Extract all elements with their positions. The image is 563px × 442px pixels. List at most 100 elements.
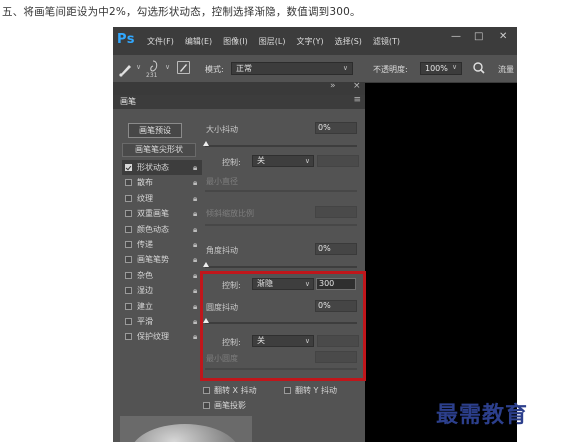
- menu-bar: 文件(F) 编辑(E) 图像(I) 图层(L) 文字(Y) 选择(S) 滤镜(T…: [147, 36, 400, 47]
- brush-tip-shape-item[interactable]: 画笔笔尖形状: [122, 143, 196, 157]
- lock-icon[interactable]: 🔒︎: [193, 252, 197, 267]
- chevron-down-icon[interactable]: ∨: [452, 63, 457, 71]
- airbrush-icon[interactable]: [472, 61, 486, 75]
- panel-menu-icon[interactable]: ≡: [353, 95, 361, 105]
- option-texture[interactable]: 纹理 🔒︎: [122, 191, 202, 206]
- checkbox[interactable]: [125, 179, 132, 187]
- option-transfer[interactable]: 传递 🔒︎: [122, 237, 202, 252]
- lock-icon[interactable]: 🔒︎: [193, 191, 197, 206]
- minimize-button[interactable]: —: [451, 31, 461, 42]
- flip-y-checkbox[interactable]: 翻转 Y 抖动: [284, 385, 337, 396]
- angle-control-value: 渐隐: [257, 279, 273, 288]
- option-shape-dynamics[interactable]: 形状动态 🔒︎: [122, 160, 202, 176]
- tilt-scale-label: 倾斜缩放比例: [206, 209, 254, 218]
- angle-jitter-value[interactable]: 0%: [315, 243, 357, 255]
- menu-filter[interactable]: 滤镜(T): [373, 36, 400, 47]
- size-control-dropdown[interactable]: 关 ∨: [252, 155, 314, 167]
- size-jitter-slider[interactable]: [205, 145, 357, 147]
- expand-panel-icon[interactable]: »: [330, 81, 336, 91]
- flip-x-checkbox[interactable]: 翻转 X 抖动: [203, 385, 257, 396]
- roundness-control-value: 关: [257, 336, 265, 345]
- checkbox[interactable]: [125, 210, 132, 218]
- option-label: 颜色动态: [137, 224, 169, 234]
- brush-tool-icon[interactable]: [118, 61, 134, 77]
- checkbox[interactable]: [125, 271, 132, 279]
- roundness-jitter-value[interactable]: 0%: [315, 300, 357, 312]
- size-control-value: 关: [257, 156, 265, 165]
- checkbox[interactable]: [125, 333, 132, 341]
- lock-icon[interactable]: 🔒︎: [193, 268, 197, 283]
- document-canvas[interactable]: [365, 83, 517, 442]
- lock-icon[interactable]: 🔒︎: [193, 314, 197, 329]
- roundness-control-dropdown[interactable]: 关 ∨: [252, 335, 314, 347]
- menu-select[interactable]: 选择(S): [335, 36, 362, 47]
- option-color-dynamics[interactable]: 颜色动态 🔒︎: [122, 222, 202, 237]
- menu-image[interactable]: 图像(I): [223, 36, 248, 47]
- brush-preset-icon[interactable]: [146, 59, 162, 73]
- option-label: 散布: [137, 178, 153, 188]
- slider-handle[interactable]: [203, 262, 209, 267]
- checkbox[interactable]: [125, 317, 132, 325]
- close-button[interactable]: ✕: [499, 31, 507, 42]
- checkbox[interactable]: [125, 194, 132, 202]
- option-smoothing[interactable]: 平滑 🔒︎: [122, 314, 202, 329]
- fade-steps-input[interactable]: 300: [316, 278, 356, 290]
- close-panel-icon[interactable]: ×: [353, 81, 361, 91]
- checkbox[interactable]: [203, 387, 210, 394]
- angle-jitter-slider[interactable]: [205, 266, 357, 268]
- brush-panel-header: 画笔 ≡: [113, 95, 365, 109]
- angle-jitter-label: 角度抖动: [206, 246, 238, 255]
- lock-icon[interactable]: 🔒︎: [193, 160, 197, 175]
- checkbox[interactable]: [125, 240, 132, 248]
- lock-icon[interactable]: 🔒︎: [193, 329, 197, 344]
- min-diameter-slider: [205, 190, 357, 192]
- checkbox[interactable]: [284, 387, 291, 394]
- mode-label: 模式:: [205, 65, 224, 74]
- option-noise[interactable]: 杂色 🔒︎: [122, 268, 202, 283]
- checkbox-checked[interactable]: [125, 164, 132, 171]
- options-bar: ∨ 231 ∨ 模式: 正常 ∨ 不透明度: 100% ∨ 流量: [113, 55, 517, 83]
- chevron-down-icon[interactable]: ∨: [136, 63, 141, 71]
- menu-type[interactable]: 文字(Y): [296, 36, 323, 47]
- option-dual-brush[interactable]: 双重画笔 🔒︎: [122, 206, 202, 221]
- roundness-fade-field-disabled: [317, 335, 359, 347]
- option-wet-edges[interactable]: 湿边 🔒︎: [122, 283, 202, 298]
- menu-edit[interactable]: 编辑(E): [185, 36, 212, 47]
- option-scattering[interactable]: 散布 🔒︎: [122, 175, 202, 190]
- checkbox[interactable]: [125, 225, 132, 233]
- control-label: 控制:: [222, 158, 241, 167]
- option-protect-texture[interactable]: 保护纹理 🔒︎: [122, 329, 202, 344]
- lock-icon[interactable]: 🔒︎: [193, 175, 197, 190]
- brush-size-value: 231: [146, 72, 158, 79]
- size-jitter-value[interactable]: 0%: [315, 122, 357, 134]
- brush-panel-toggle-icon[interactable]: [177, 61, 190, 74]
- maximize-button[interactable]: □: [474, 31, 483, 42]
- watermark-logo: 最需教育: [436, 402, 529, 428]
- lock-icon[interactable]: 🔒︎: [193, 299, 197, 314]
- option-brush-pose[interactable]: 画笔笔势 🔒︎: [122, 252, 202, 267]
- chevron-down-icon[interactable]: ∨: [165, 63, 170, 71]
- menu-file[interactable]: 文件(F): [147, 36, 174, 47]
- option-build-up[interactable]: 建立 🔒︎: [122, 299, 202, 314]
- menu-layer[interactable]: 图层(L): [259, 36, 286, 47]
- lock-icon[interactable]: 🔒︎: [193, 206, 197, 221]
- brush-projection-checkbox[interactable]: 画笔投影: [203, 400, 246, 411]
- lock-icon[interactable]: 🔒︎: [193, 222, 197, 237]
- lock-icon[interactable]: 🔒︎: [193, 283, 197, 298]
- lock-icon[interactable]: 🔒︎: [193, 237, 197, 252]
- checkbox[interactable]: [125, 287, 132, 295]
- slider-handle[interactable]: [203, 318, 209, 323]
- roundness-jitter-slider[interactable]: [205, 322, 357, 324]
- checkbox[interactable]: [203, 402, 210, 409]
- chevron-down-icon: ∨: [304, 337, 310, 345]
- angle-control-dropdown[interactable]: 渐隐 ∨: [252, 278, 314, 290]
- brush-panel-title[interactable]: 画笔: [120, 96, 136, 107]
- brush-preset-button[interactable]: 画笔预设: [128, 123, 182, 138]
- title-bar: Ps 文件(F) 编辑(E) 图像(I) 图层(L) 文字(Y) 选择(S) 滤…: [113, 27, 517, 55]
- slider-handle[interactable]: [203, 141, 209, 146]
- option-label: 双重画笔: [137, 209, 169, 219]
- checkbox[interactable]: [125, 256, 132, 264]
- mode-dropdown[interactable]: 正常 ∨: [231, 62, 353, 75]
- min-roundness-slider: [205, 368, 357, 370]
- checkbox[interactable]: [125, 302, 132, 310]
